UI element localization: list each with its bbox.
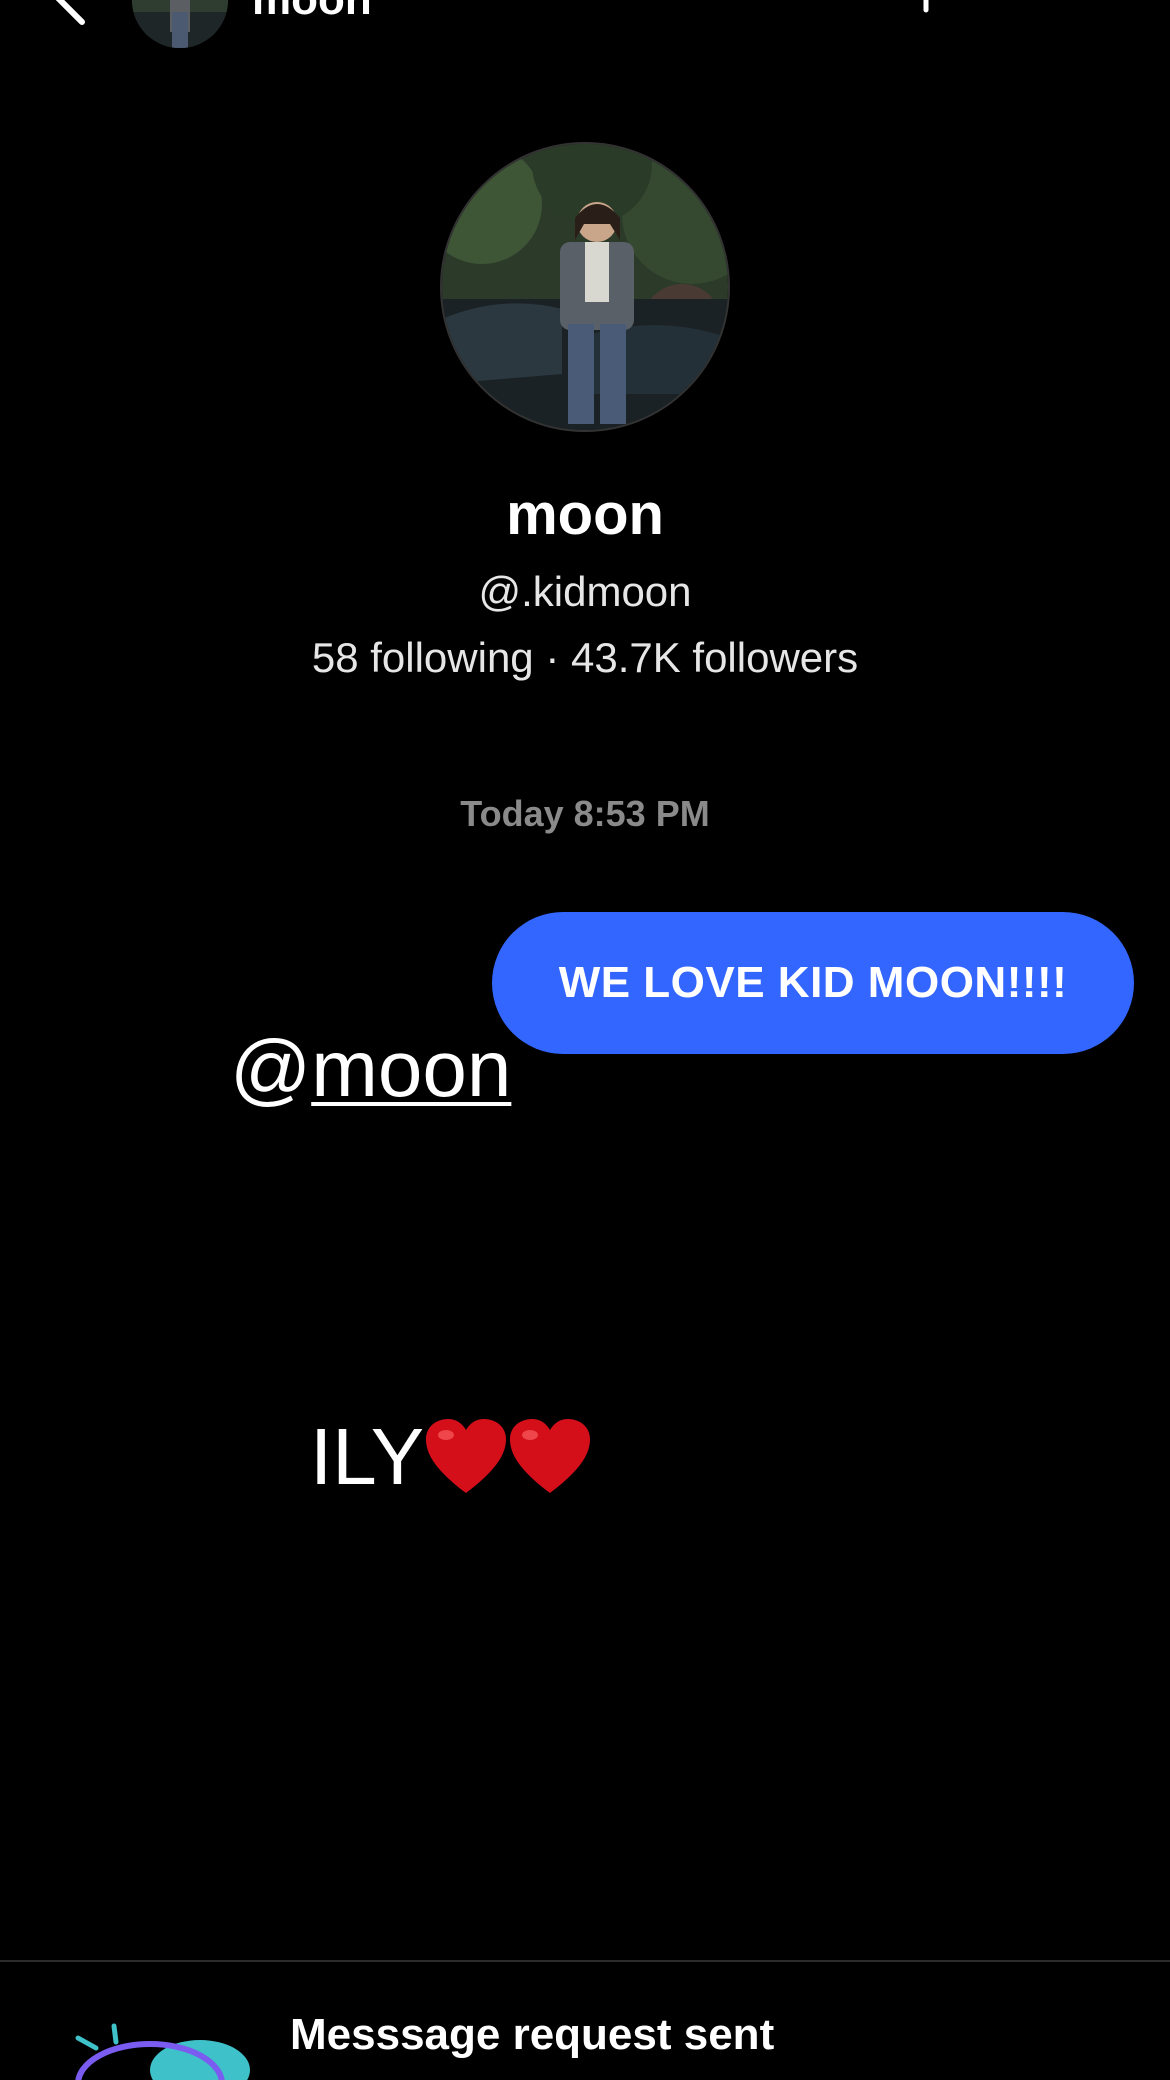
more-options-button[interactable] xyxy=(1052,0,1122,10)
chevron-left-icon xyxy=(55,0,85,25)
profile-photo xyxy=(442,144,728,430)
flag-icon xyxy=(923,0,929,13)
back-button[interactable] xyxy=(36,0,96,30)
ily-text: ILY xyxy=(310,1412,425,1501)
profile-name: moon xyxy=(506,482,664,547)
message-timestamp: Today 8:53 PM xyxy=(460,793,710,834)
message-request-status: Messsage request sent xyxy=(290,2010,775,2059)
profile-avatar[interactable] xyxy=(440,142,730,432)
mention-sticker[interactable]: @moon xyxy=(230,1024,511,1114)
sent-message-bubble[interactable]: WE LOVE KID MOON!!!! xyxy=(492,912,1134,1054)
header-avatar[interactable] xyxy=(132,0,228,48)
profile-handle: @.kidmoon xyxy=(478,568,692,615)
ily-text-sticker: ILY xyxy=(310,1412,592,1502)
profile-stats: 58 following · 43.7K followers xyxy=(311,634,859,681)
sent-message-text: WE LOVE KID MOON!!!! xyxy=(558,958,1068,1007)
heart-icon xyxy=(510,1419,591,1493)
footer-divider xyxy=(0,1960,1170,1962)
top-bar: moon xyxy=(0,0,1170,60)
header-name[interactable]: moon xyxy=(252,0,372,22)
mention-username[interactable]: moon xyxy=(311,1024,511,1113)
report-button[interactable] xyxy=(920,0,990,30)
mention-at: @ xyxy=(230,1024,312,1113)
message-request-icon xyxy=(70,2020,250,2080)
more-horizontal-icon xyxy=(1052,0,1122,10)
heart-icon xyxy=(426,1419,507,1493)
